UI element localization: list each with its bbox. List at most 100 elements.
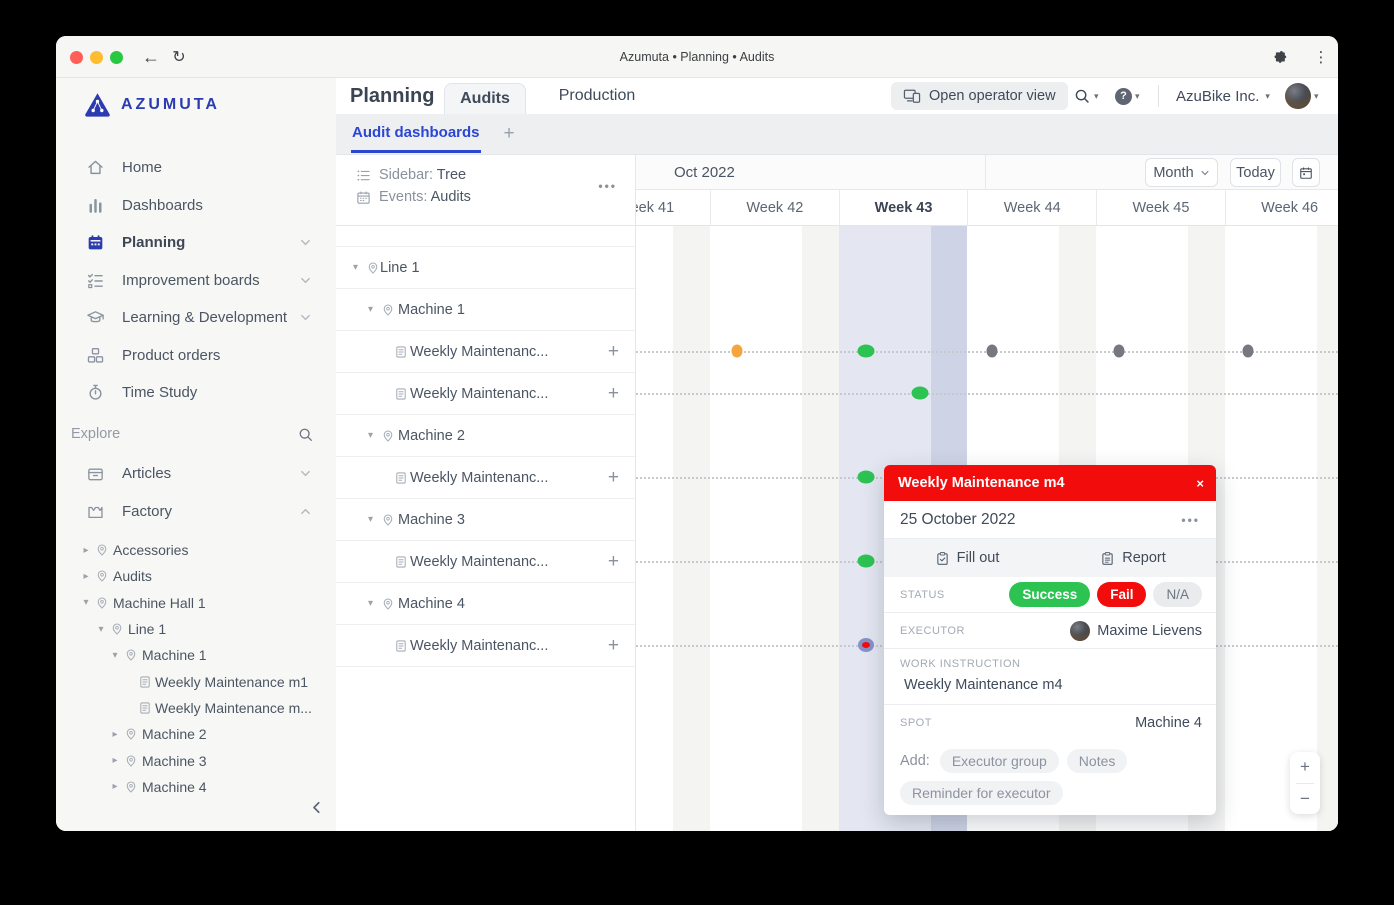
avatar	[1285, 83, 1311, 109]
tab-audit-dashboards[interactable]: Audit dashboards	[351, 114, 481, 153]
caret-down-icon[interactable]: ▾	[353, 262, 358, 273]
tree-item-accessories[interactable]: ▸Accessories	[56, 537, 336, 563]
event-dot-green[interactable]	[858, 555, 875, 568]
event-dot-orange[interactable]	[732, 345, 743, 358]
timeline-group-row-machine-2[interactable]: ▾Machine 2	[336, 415, 635, 457]
add-dashboard-button[interactable]: +	[498, 114, 520, 154]
executor-label: EXECUTOR	[900, 625, 965, 637]
report-button[interactable]: Report	[1050, 539, 1216, 577]
add-executor-group-button[interactable]: Executor group	[940, 749, 1059, 773]
tree-item-weekly-maintenance-m-[interactable]: Weekly Maintenance m...	[56, 695, 336, 721]
caret-down-icon[interactable]: ▾	[368, 598, 373, 609]
event-dot-selected[interactable]	[858, 638, 874, 652]
doc-icon	[394, 471, 408, 485]
add-event-button[interactable]: +	[608, 383, 619, 405]
status-na-button[interactable]: N/A	[1153, 582, 1202, 607]
timeline-group-row-line-1[interactable]: ▾Line 1	[336, 247, 635, 289]
timeline-audit-row-weekly-maintenanc-[interactable]: Weekly Maintenanc...+	[336, 373, 635, 415]
sidebar-item-learning-development[interactable]: Learning & Development	[56, 299, 336, 337]
extensions-puzzle-icon[interactable]	[1270, 36, 1292, 78]
event-dot-gray[interactable]	[987, 345, 998, 358]
caret-down-icon[interactable]: ▾	[81, 597, 91, 608]
tree-item-line-1[interactable]: ▾Line 1	[56, 616, 336, 642]
add-reminder-for-executor-button[interactable]: Reminder for executor	[900, 781, 1063, 805]
status-fail-button[interactable]: Fail	[1097, 582, 1146, 607]
tree-item-weekly-maintenance-m1[interactable]: Weekly Maintenance m1	[56, 668, 336, 694]
tree-item-machine-3[interactable]: ▸Machine 3	[56, 747, 336, 773]
caret-down-icon[interactable]: ▾	[96, 624, 106, 635]
sidebar-section-factory[interactable]: Factory	[56, 493, 336, 531]
add-event-button[interactable]: +	[608, 341, 619, 363]
timeline-audit-row-weekly-maintenanc-[interactable]: Weekly Maintenanc...+	[336, 457, 635, 499]
page-title: Planning	[350, 78, 434, 114]
open-operator-view-button[interactable]: Open operator view	[891, 82, 1068, 110]
calendar-icon	[86, 233, 105, 252]
caret-right-icon[interactable]: ▸	[110, 781, 120, 792]
user-menu[interactable]: ▾	[1285, 78, 1319, 114]
add-options-row: Add: Executor groupNotesReminder for exe…	[884, 741, 1216, 815]
event-dot-green[interactable]	[858, 471, 875, 484]
event-dot-green[interactable]	[912, 387, 929, 400]
add-event-button[interactable]: +	[608, 551, 619, 573]
help-menu[interactable]: ? ▾	[1115, 78, 1140, 114]
collapse-sidebar-icon[interactable]	[309, 800, 325, 816]
tree-item-machine-4[interactable]: ▸Machine 4	[56, 774, 336, 795]
add-notes-button[interactable]: Notes	[1067, 749, 1128, 773]
sidebar-item-improvement-boards[interactable]: Improvement boards	[56, 262, 336, 300]
status-success-button[interactable]: Success	[1009, 582, 1090, 607]
event-guide-dotted-line	[636, 393, 1338, 395]
tab-production[interactable]: Production	[542, 78, 652, 114]
tab-audits[interactable]: Audits	[444, 83, 526, 114]
tree-item-machine-1[interactable]: ▾Machine 1	[56, 642, 336, 668]
view-mode-dropdown[interactable]: Month	[1145, 158, 1218, 187]
zoom-in-button[interactable]: +	[1290, 752, 1320, 783]
event-dot-gray[interactable]	[1243, 345, 1254, 358]
search-menu[interactable]: ▾	[1073, 78, 1099, 114]
tree-item-audits[interactable]: ▸Audits	[56, 563, 336, 589]
sidebar-item-planning[interactable]: Planning	[56, 224, 336, 262]
help-icon: ?	[1115, 88, 1132, 105]
tree-item-machine-hall-1[interactable]: ▾Machine Hall 1	[56, 590, 336, 616]
chevron-down-icon	[299, 311, 312, 324]
caret-down-icon[interactable]: ▾	[110, 650, 120, 661]
timeline-audit-row-weekly-maintenanc-[interactable]: Weekly Maintenanc...+	[336, 541, 635, 583]
zoom-out-button[interactable]: −	[1290, 784, 1320, 815]
popup-options-menu[interactable]: •••	[1181, 513, 1200, 527]
month-label: Oct 2022	[674, 155, 735, 190]
fill-out-button[interactable]: Fill out	[884, 539, 1050, 577]
timeline-audit-row-weekly-maintenanc-[interactable]: Weekly Maintenanc...+	[336, 625, 635, 667]
azumuta-logo[interactable]: AZUMUTA	[84, 92, 220, 117]
caret-right-icon[interactable]: ▸	[81, 571, 91, 582]
add-event-button[interactable]: +	[608, 467, 619, 489]
date-picker-button[interactable]	[1292, 158, 1320, 187]
work-instruction-value[interactable]: Weekly Maintenance m4	[904, 677, 1063, 693]
caret-down-icon[interactable]: ▾	[368, 304, 373, 315]
row-label: Weekly Maintenanc...	[410, 344, 548, 360]
sidebar-item-home[interactable]: Home	[56, 149, 336, 187]
caret-down-icon[interactable]: ▾	[368, 430, 373, 441]
sidebar-item-time-study[interactable]: Time Study	[56, 374, 336, 412]
today-button[interactable]: Today	[1230, 158, 1281, 187]
timeline-group-row-machine-3[interactable]: ▾Machine 3	[336, 499, 635, 541]
explore-search[interactable]: Explore	[71, 421, 336, 447]
panel-options-menu[interactable]: •••	[598, 179, 617, 193]
browser-menu-kebab-icon[interactable]: ⋮	[1310, 36, 1332, 78]
week-header-week-41: Week 41	[636, 190, 710, 226]
tree-item-machine-2[interactable]: ▸Machine 2	[56, 721, 336, 747]
timeline-group-row-machine-4[interactable]: ▾Machine 4	[336, 583, 635, 625]
close-icon[interactable]: ×	[1196, 465, 1204, 501]
event-dot-green[interactable]	[858, 345, 875, 358]
add-event-button[interactable]: +	[608, 635, 619, 657]
organization-menu[interactable]: AzuBike Inc. ▾	[1176, 78, 1270, 114]
event-dot-gray[interactable]	[1114, 345, 1125, 358]
caret-down-icon[interactable]: ▾	[368, 514, 373, 525]
sidebar-item-dashboards[interactable]: Dashboards	[56, 187, 336, 225]
sidebar-section-articles[interactable]: Articles	[56, 455, 336, 493]
timeline-audit-row-weekly-maintenanc-[interactable]: Weekly Maintenanc... +	[336, 331, 635, 373]
timeline-group-row-machine-1[interactable]: ▾Machine 1	[336, 289, 635, 331]
caret-right-icon[interactable]: ▸	[110, 755, 120, 766]
tree-item-label: Weekly Maintenance m...	[155, 700, 312, 716]
caret-right-icon[interactable]: ▸	[110, 729, 120, 740]
sidebar-item-product-orders[interactable]: Product orders	[56, 337, 336, 375]
caret-right-icon[interactable]: ▸	[81, 545, 91, 556]
